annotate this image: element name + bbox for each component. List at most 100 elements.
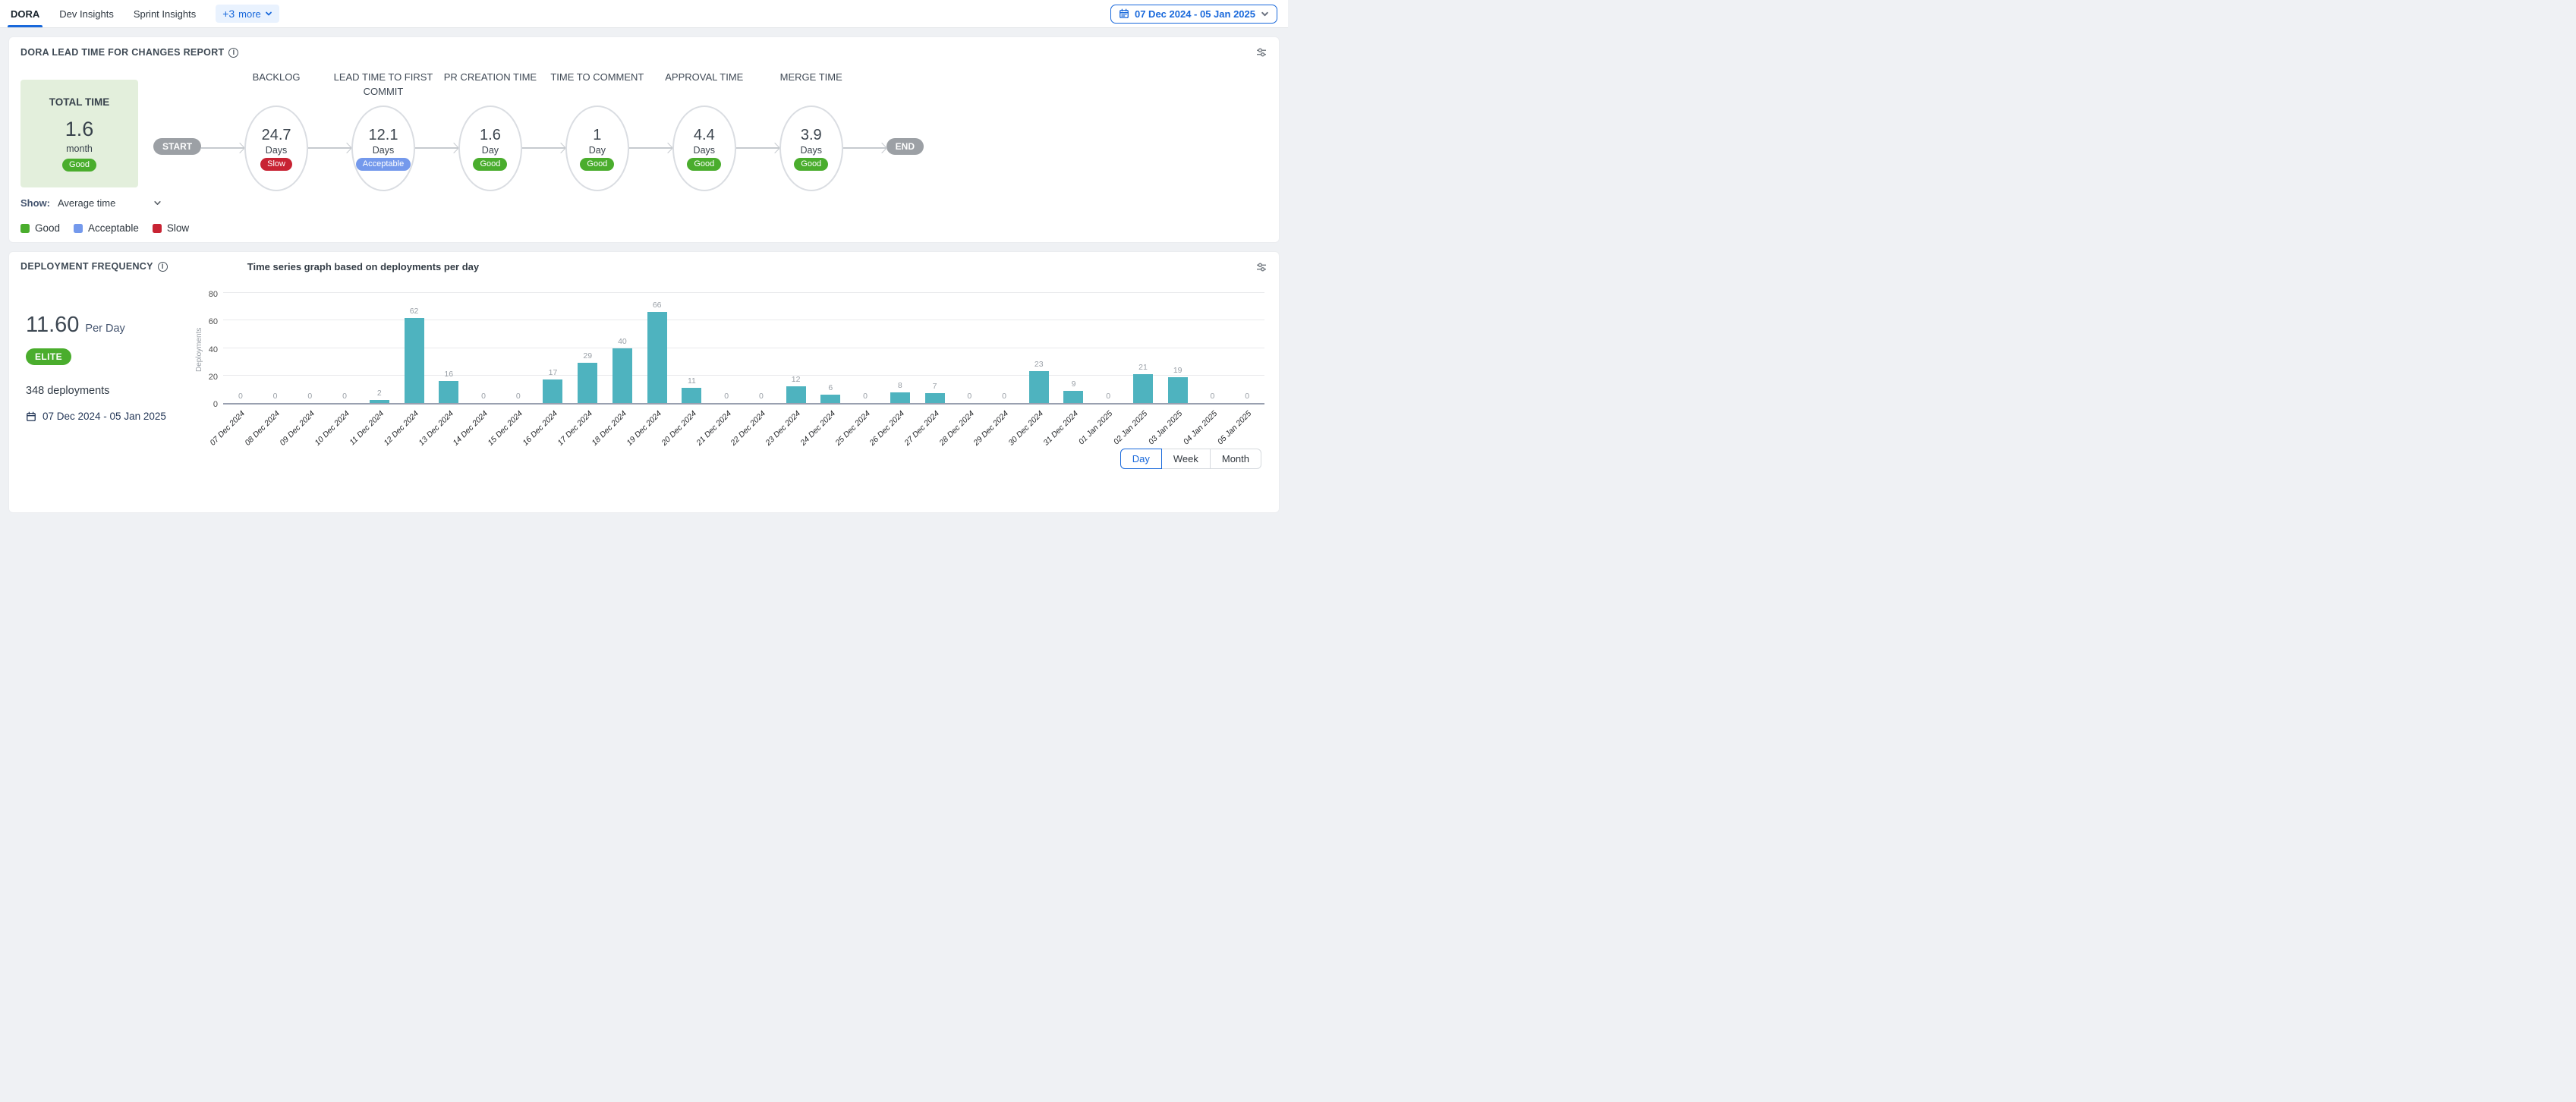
bar-slot: 624 Dec 2024 (813, 294, 848, 403)
bar[interactable] (370, 400, 389, 403)
bar[interactable] (647, 312, 667, 403)
bar-slot: 4018 Dec 2024 (605, 294, 640, 403)
deployment-date-range: 07 Dec 2024 - 05 Jan 2025 (26, 411, 195, 422)
chart-settings-icon[interactable] (1255, 46, 1268, 58)
x-axis-label: 12 Dec 2024 (382, 409, 420, 448)
bar-value-label: 29 (583, 351, 592, 361)
info-icon[interactable]: i (158, 262, 168, 272)
bar[interactable] (405, 318, 424, 403)
stage-unit: Day (589, 145, 606, 156)
chevron-down-icon (1261, 10, 1269, 18)
bar-value-label: 0 (1211, 392, 1215, 401)
bar[interactable] (820, 395, 840, 403)
x-axis-label: 14 Dec 2024 (452, 409, 490, 448)
bar-slot: 1716 Dec 2024 (536, 294, 571, 403)
bar-slot: 1120 Dec 2024 (675, 294, 710, 403)
stage-approval-time-node: 4.4 Days Good (672, 105, 736, 191)
bar-slot: 2330 Dec 2024 (1022, 294, 1057, 403)
flow-arrow (522, 147, 565, 149)
chart-settings-icon[interactable] (1255, 261, 1268, 273)
stage-status-badge: Good (580, 158, 614, 171)
tab-dev-insights[interactable]: Dev Insights (59, 0, 114, 27)
top-navigation-bar: DORA Dev Insights Sprint Insights +3 mor… (0, 0, 1288, 28)
show-label: Show: (20, 197, 50, 209)
bar-value-label: 0 (481, 392, 486, 401)
flow-arrow (308, 147, 351, 149)
bar-slot: 001 Jan 2025 (1091, 294, 1126, 403)
legend-item-acceptable: Acceptable (74, 222, 139, 234)
flow-arrow (415, 147, 458, 149)
bar-slot: 022 Dec 2024 (744, 294, 779, 403)
bar-value-label: 2 (377, 389, 382, 398)
x-axis-label: 19 Dec 2024 (625, 409, 664, 448)
bar-slot: 015 Dec 2024 (501, 294, 536, 403)
bar[interactable] (578, 363, 597, 403)
y-tick-label: 20 (209, 373, 218, 382)
y-axis-ticks: 020406080 (203, 294, 223, 405)
granularity-week-button[interactable]: Week (1161, 449, 1211, 469)
x-axis-label: 05 Jan 2025 (1216, 409, 1253, 446)
bar[interactable] (1029, 371, 1049, 403)
legend-swatch-good (20, 224, 30, 233)
tab-sprint-insights[interactable]: Sprint Insights (134, 0, 196, 27)
bar-value-label: 0 (1002, 392, 1006, 401)
deployment-rate-value: 11.60 (26, 313, 79, 338)
stage-lead-time-first-commit-label: LEAD TIME TO FIRST COMMIT (326, 71, 440, 99)
bar[interactable] (925, 393, 945, 403)
bar[interactable] (439, 381, 458, 403)
info-icon[interactable]: i (228, 48, 238, 58)
stage-value: 24.7 (262, 127, 291, 144)
bar-slot: 2917 Dec 2024 (570, 294, 605, 403)
bar-value-label: 0 (1106, 392, 1110, 401)
stage-merge-time[interactable]: MERGE TIME 3.9 Days Good (779, 71, 843, 191)
bar-value-label: 23 (1034, 360, 1044, 369)
stage-pr-creation-time-node: 1.6 Day Good (458, 105, 522, 191)
granularity-month-button[interactable]: Month (1210, 449, 1261, 469)
bar-slot: 021 Dec 2024 (709, 294, 744, 403)
stage-status-badge: Good (794, 158, 828, 171)
tab-dora[interactable]: DORA (11, 0, 39, 27)
bar-slot: 931 Dec 2024 (1057, 294, 1091, 403)
more-tabs-button[interactable]: +3 more (216, 5, 279, 23)
stage-pr-creation-time-label: PR CREATION TIME (430, 71, 551, 85)
bar-value-label: 16 (444, 370, 453, 379)
bar[interactable] (1168, 377, 1188, 403)
bar[interactable] (1063, 391, 1083, 403)
bar[interactable] (682, 388, 701, 403)
stage-lead-time-first-commit[interactable]: LEAD TIME TO FIRST COMMIT 12.1 Days Acce… (351, 71, 415, 191)
bar-slot: 727 Dec 2024 (918, 294, 953, 403)
stage-status-badge: Acceptable (356, 158, 411, 171)
stage-backlog[interactable]: BACKLOG 24.7 Days Slow (244, 71, 308, 191)
flow-arrow (629, 147, 672, 149)
bar-value-label: 0 (724, 392, 729, 401)
stage-unit: Days (373, 145, 394, 156)
bar[interactable] (890, 392, 910, 404)
stage-time-to-comment[interactable]: TIME TO COMMENT 1 Day Good (565, 71, 629, 191)
bar-slot: 6212 Dec 2024 (397, 294, 432, 403)
bar[interactable] (786, 386, 806, 403)
stage-pr-creation-time[interactable]: PR CREATION TIME 1.6 Day Good (458, 71, 522, 191)
bar-value-label: 0 (863, 392, 868, 401)
tab-list: DORA Dev Insights Sprint Insights +3 mor… (11, 0, 279, 27)
bar-slot: 028 Dec 2024 (952, 294, 987, 403)
bar-value-label: 0 (342, 392, 347, 401)
stage-status-badge: Good (473, 158, 507, 171)
show-metric-dropdown[interactable]: Average time (58, 197, 162, 209)
bar-value-label: 8 (898, 381, 902, 390)
x-axis-label: 23 Dec 2024 (764, 409, 803, 448)
date-range-text: 07 Dec 2024 - 05 Jan 2025 (1135, 8, 1255, 20)
stage-approval-time[interactable]: APPROVAL TIME 4.4 Days Good (672, 71, 736, 191)
stage-time-to-comment-label: TIME TO COMMENT (537, 71, 658, 85)
granularity-day-button[interactable]: Day (1120, 449, 1162, 469)
deployment-date-range-text: 07 Dec 2024 - 05 Jan 2025 (43, 411, 166, 422)
bar-value-label: 0 (759, 392, 764, 401)
total-deployments-text: 348 deployments (26, 385, 195, 397)
deployments-bar-chart: Deployments 020406080 007 Dec 2024008 De… (195, 273, 1268, 422)
y-tick-label: 80 (209, 290, 218, 299)
bar[interactable] (613, 348, 632, 404)
bar-value-label: 66 (653, 301, 662, 310)
flow-arrow (843, 147, 886, 149)
bar[interactable] (543, 379, 562, 403)
bar[interactable] (1133, 374, 1153, 403)
date-range-picker-button[interactable]: 07 Dec 2024 - 05 Jan 2025 (1110, 5, 1277, 24)
